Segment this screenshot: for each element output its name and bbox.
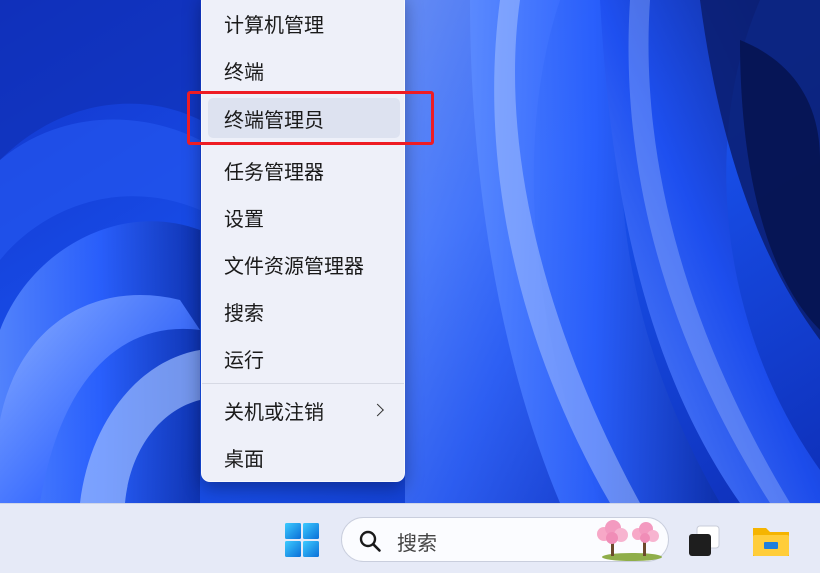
- cherry-blossom-icon[interactable]: [592, 516, 666, 561]
- windows-start-button[interactable]: [283, 521, 321, 559]
- menu-item-label: 关机或注销: [224, 399, 324, 424]
- menu-item-label: 设置: [224, 206, 264, 231]
- menu-item-terminal-admin[interactable]: 终端管理员: [208, 98, 400, 138]
- taskbar-search-box[interactable]: 搜索: [341, 517, 669, 562]
- windows-start-icon: [285, 523, 319, 557]
- menu-item-desktop[interactable]: 桌面: [208, 437, 400, 477]
- search-icon: [359, 530, 381, 552]
- menu-item-label: 任务管理器: [224, 159, 324, 184]
- menu-item-label: 计算机管理: [224, 12, 324, 37]
- menu-item-label: 终端管理员: [224, 107, 324, 132]
- menu-item-label: 文件资源管理器: [224, 253, 364, 278]
- bloom-wallpaper: [0, 0, 820, 503]
- desktop-wallpaper: [0, 0, 820, 503]
- taskbar: 搜索: [0, 503, 820, 573]
- chevron-right-icon: [371, 403, 384, 417]
- menu-separator: [202, 383, 404, 384]
- file-explorer-taskbar-button[interactable]: [750, 522, 792, 560]
- menu-item-file-explorer[interactable]: 文件资源管理器: [208, 244, 400, 284]
- file-explorer-icon: [753, 528, 789, 556]
- task-view-icon: [689, 525, 720, 556]
- menu-item-run[interactable]: 运行: [208, 338, 400, 378]
- menu-item-label: 终端: [224, 59, 264, 84]
- task-view-button[interactable]: [684, 522, 724, 560]
- menu-item-settings[interactable]: 设置: [208, 197, 400, 237]
- search-placeholder: 搜索: [397, 531, 437, 555]
- menu-item-label: 桌面: [224, 446, 264, 471]
- menu-item-search[interactable]: 搜索: [208, 291, 400, 331]
- menu-item-terminal[interactable]: 终端: [208, 50, 400, 90]
- menu-item-task-manager[interactable]: 任务管理器: [208, 150, 400, 190]
- menu-item-shutdown-signout[interactable]: 关机或注销: [208, 390, 400, 430]
- menu-item-label: 运行: [224, 347, 264, 372]
- winx-context-menu: 计算机管理 终端 终端管理员 任务管理器 设置 文件资源管理器 搜索 运行 关机…: [201, 0, 405, 482]
- menu-item-computer-management[interactable]: 计算机管理: [208, 3, 400, 43]
- menu-item-label: 搜索: [224, 300, 264, 325]
